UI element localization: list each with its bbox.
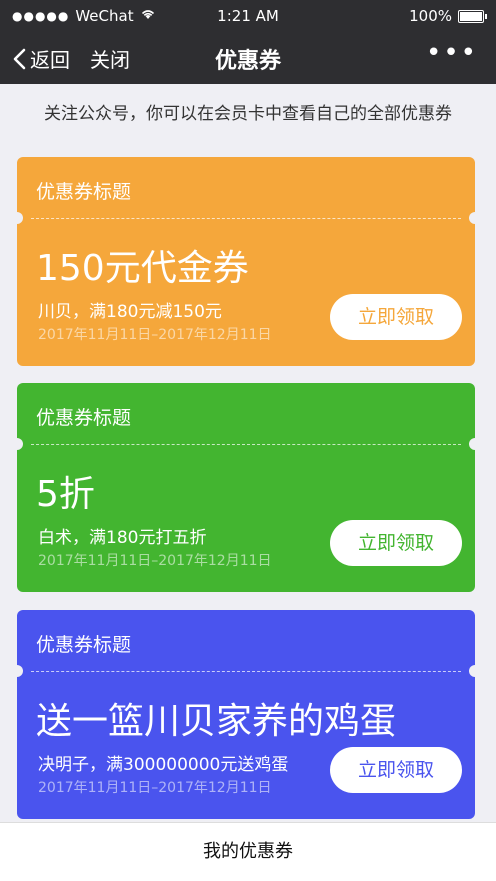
status-bar: ●●●●● WeChat 1:21 AM 100% — [0, 0, 496, 32]
coupon-title: 优惠券标题 — [36, 407, 132, 429]
claim-button[interactable]: 立即领取 — [330, 294, 462, 340]
battery-label: 100% — [409, 7, 452, 25]
notch-decoration — [469, 212, 475, 224]
coupon-condition: 川贝，满180元减150元 — [38, 302, 222, 322]
battery-icon — [458, 9, 487, 23]
coupon-title: 优惠券标题 — [36, 181, 132, 203]
coupon-amount: 150元代金券 — [36, 248, 249, 289]
divider — [31, 218, 461, 219]
more-icon[interactable]: ••• — [426, 38, 478, 68]
notch-decoration — [17, 212, 23, 224]
coupon-date: 2017年11月11日–2017年12月11日 — [38, 780, 272, 796]
coupon-amount: 送一篮川贝家养的鸡蛋 — [36, 701, 397, 742]
coupon-condition: 白术，满180元打五折 — [38, 528, 207, 548]
coupon-date: 2017年11月11日–2017年12月11日 — [38, 553, 272, 569]
back-button[interactable]: 返回 — [12, 44, 70, 73]
notch-decoration — [17, 438, 23, 450]
divider — [31, 444, 461, 445]
coupon-card: 优惠券标题 送一篮川贝家养的鸡蛋 决明子，满300000000元送鸡蛋 2017… — [17, 610, 475, 819]
notch-decoration — [17, 665, 23, 677]
notice-text: 关注公众号，你可以在会员卡中查看自己的全部优惠券 — [0, 84, 496, 144]
coupon-card: 优惠券标题 150元代金券 川贝，满180元减150元 2017年11月11日–… — [17, 157, 475, 366]
coupon-amount: 5折 — [36, 474, 95, 515]
my-coupons-button[interactable]: 我的优惠券 — [0, 822, 496, 881]
chevron-left-icon — [13, 48, 26, 69]
notch-decoration — [469, 665, 475, 677]
claim-button[interactable]: 立即领取 — [330, 747, 462, 793]
coupon-condition: 决明子，满300000000元送鸡蛋 — [38, 755, 289, 775]
coupon-date: 2017年11月11日–2017年12月11日 — [38, 327, 272, 343]
claim-button[interactable]: 立即领取 — [330, 520, 462, 566]
coupon-title: 优惠券标题 — [36, 634, 132, 656]
close-button[interactable]: 关闭 — [90, 44, 130, 73]
divider — [31, 671, 461, 672]
page-title: 优惠券 — [214, 49, 281, 74]
coupon-card: 优惠券标题 5折 白术，满180元打五折 2017年11月11日–2017年12… — [17, 383, 475, 592]
back-label: 返回 — [30, 48, 70, 72]
notch-decoration — [469, 438, 475, 450]
nav-bar: 返回 关闭 优惠券 ••• — [0, 32, 496, 84]
status-right: 100% — [409, 7, 487, 25]
